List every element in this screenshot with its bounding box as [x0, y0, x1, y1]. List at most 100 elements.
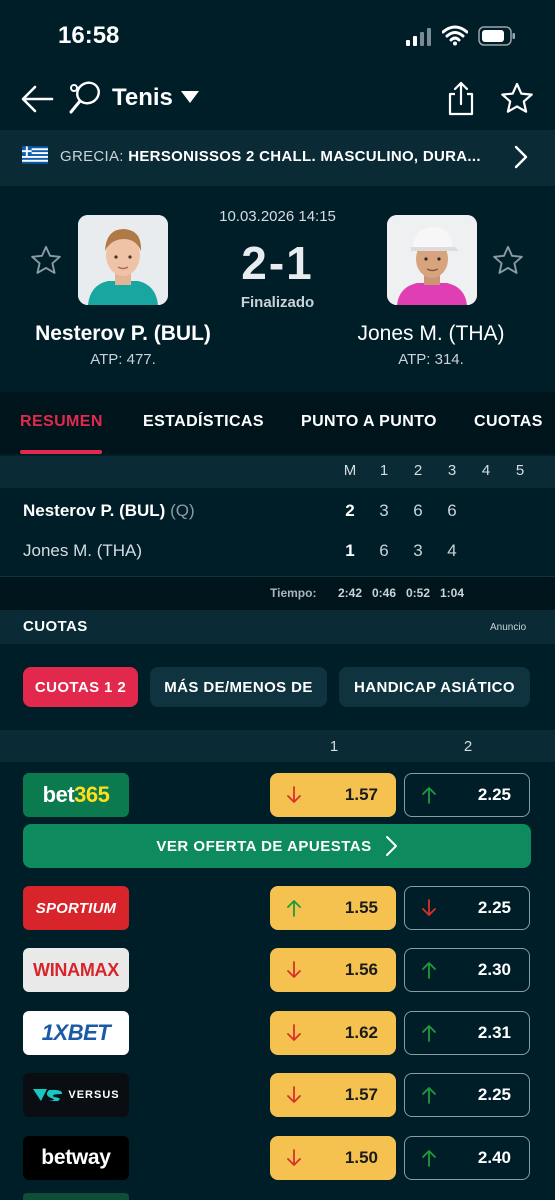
tennis-racket-icon — [69, 81, 100, 114]
chip-mas-menos[interactable]: MÁS DE/MENOS DE — [150, 667, 327, 707]
player2-set1: 6 — [379, 541, 389, 560]
player1-set1: 3 — [379, 501, 389, 520]
league-country: GRECIA: — [60, 148, 124, 165]
trend-down-arrow-icon — [422, 899, 436, 916]
trend-up-arrow-icon — [422, 1087, 436, 1104]
sportium-logo-text: SPORTIUM — [35, 899, 117, 917]
odd1-button[interactable]: 1.55 — [270, 886, 396, 930]
cellular-signal-icon — [406, 28, 431, 46]
col-header-set1: 1 — [379, 462, 389, 479]
match-datetime: 10.03.2026 14:15 — [219, 208, 336, 225]
odds-col-1: 1 — [329, 738, 339, 755]
odd1-value: 1.57 — [344, 1085, 378, 1104]
odd2-button[interactable]: 2.40 — [404, 1136, 530, 1180]
time-set2: 0:52 — [405, 586, 431, 600]
odd1-button[interactable]: 1.56 — [270, 948, 396, 992]
odd2-button[interactable]: 2.31 — [404, 1011, 530, 1055]
chip-cuotas-1-2[interactable]: CUOTAS 1 2 — [23, 667, 138, 707]
player1-name[interactable]: Nesterov P. (BUL) — [0, 322, 246, 346]
odd2-button[interactable]: 2.25 — [404, 886, 530, 930]
bookmaker-logo-winamax[interactable]: WINAMAX — [23, 948, 129, 992]
col-header-m: M — [343, 462, 357, 479]
next-row-peek — [23, 1193, 129, 1200]
bookmaker-logo-versus[interactable]: VERSUS — [23, 1073, 129, 1117]
ver-oferta-button[interactable]: VER OFERTA DE APUESTAS — [23, 824, 531, 868]
bookmaker-logo-bet365[interactable]: bet365 — [23, 773, 129, 817]
odd1-button[interactable]: 1.50 — [270, 1136, 396, 1180]
odd1-button[interactable]: 1.57 — [270, 1073, 396, 1117]
tab-punto-a-punto[interactable]: PUNTO A PUNTO — [301, 413, 437, 431]
favorite-star-icon[interactable] — [500, 82, 534, 114]
trend-up-arrow-icon — [422, 787, 436, 804]
trend-down-arrow-icon — [287, 961, 301, 978]
scoreboard-header — [0, 456, 555, 488]
status-time: 16:58 — [58, 22, 120, 49]
odd2-value: 2.25 — [477, 785, 511, 804]
trend-up-arrow-icon — [422, 1025, 436, 1042]
league-label[interactable]: GRECIA: HERSONISSOS 2 CHALL. MASCULINO, … — [60, 148, 481, 165]
wifi-icon — [442, 25, 468, 46]
league-name: HERSONISSOS 2 CHALL. MASCULINO, DURA... — [128, 148, 481, 165]
active-tab-indicator — [20, 450, 102, 454]
time-set3: 1:04 — [439, 586, 465, 600]
odd2-value: 2.25 — [477, 898, 511, 917]
player2-set3: 4 — [447, 541, 457, 560]
odd1-value: 1.55 — [344, 898, 378, 917]
odd1-button[interactable]: 1.57 — [270, 773, 396, 817]
odd1-value: 1.62 — [344, 1023, 378, 1042]
battery-icon — [478, 26, 515, 46]
player2-sets: 1 — [345, 541, 355, 560]
odd2-value: 2.31 — [477, 1023, 511, 1042]
greece-flag-icon — [22, 146, 48, 164]
ver-oferta-label: VER OFERTA DE APUESTAS — [156, 837, 372, 855]
versus-logo-text: VERSUS — [68, 1089, 120, 1101]
1xbet-logo-text: 1XBET — [41, 1020, 111, 1045]
player2-name[interactable]: Jones M. (THA) — [308, 322, 554, 346]
score-row-player2-name: Jones M. (THA) — [23, 541, 143, 560]
tab-estadisticas[interactable]: ESTADÍSTICAS — [143, 413, 264, 431]
dropdown-caret-icon[interactable] — [181, 90, 199, 104]
tab-resumen[interactable]: RESUMEN — [20, 413, 103, 431]
betway-logo-text: betway — [41, 1146, 111, 1169]
bookmaker-logo-sportium[interactable]: SPORTIUM — [23, 886, 129, 930]
trend-down-arrow-icon — [287, 1024, 301, 1041]
col-header-set2: 2 — [413, 462, 423, 479]
odd2-value: 2.40 — [477, 1148, 511, 1167]
odd2-value: 2.30 — [477, 960, 511, 979]
trend-down-arrow-icon — [287, 1149, 301, 1166]
trend-up-arrow-icon — [422, 962, 436, 979]
chevron-right-icon[interactable] — [512, 144, 530, 170]
odd2-button[interactable]: 2.25 — [404, 773, 530, 817]
chip-handicap-asiatico[interactable]: HANDICAP ASIÁTICO — [339, 667, 530, 707]
odd1-button[interactable]: 1.62 — [270, 1011, 396, 1055]
time-set1: 0:46 — [371, 586, 397, 600]
odds-col-2: 2 — [463, 738, 473, 755]
time-total: 2:42 — [337, 586, 363, 600]
ad-label: Anuncio — [490, 622, 527, 633]
odd2-button[interactable]: 2.30 — [404, 948, 530, 992]
match-score: 2-1 — [241, 237, 314, 289]
col-header-set3: 3 — [447, 462, 457, 479]
bookmaker-logo-betway[interactable]: betway — [23, 1136, 129, 1180]
odd2-value: 2.25 — [477, 1085, 511, 1104]
odd1-value: 1.57 — [344, 785, 378, 804]
sport-title[interactable]: Tenis — [112, 84, 173, 112]
winamax-logo-text: WINAMAX — [33, 959, 119, 980]
bookmaker-logo-1xbet[interactable]: 1XBET — [23, 1011, 129, 1055]
match-status: Finalizado — [240, 294, 315, 311]
odd2-button[interactable]: 2.25 — [404, 1073, 530, 1117]
odds-section-title: CUOTAS — [23, 618, 88, 635]
qualifier-tag: (Q) — [170, 501, 195, 520]
player2-set2: 3 — [413, 541, 423, 560]
odd1-value: 1.50 — [344, 1148, 378, 1167]
col-header-set4: 4 — [481, 462, 491, 479]
player1-set2: 6 — [413, 501, 423, 520]
share-icon[interactable] — [446, 80, 476, 116]
col-header-set5: 5 — [515, 462, 525, 479]
score-row-player1-name: Nesterov P. (BUL) (Q) — [23, 501, 195, 521]
player1-set3: 6 — [447, 501, 457, 520]
player1-sets: 2 — [345, 501, 355, 520]
trend-down-arrow-icon — [287, 1086, 301, 1103]
tab-cuotas[interactable]: CUOTAS — [474, 413, 543, 431]
back-arrow-icon[interactable] — [20, 84, 54, 114]
